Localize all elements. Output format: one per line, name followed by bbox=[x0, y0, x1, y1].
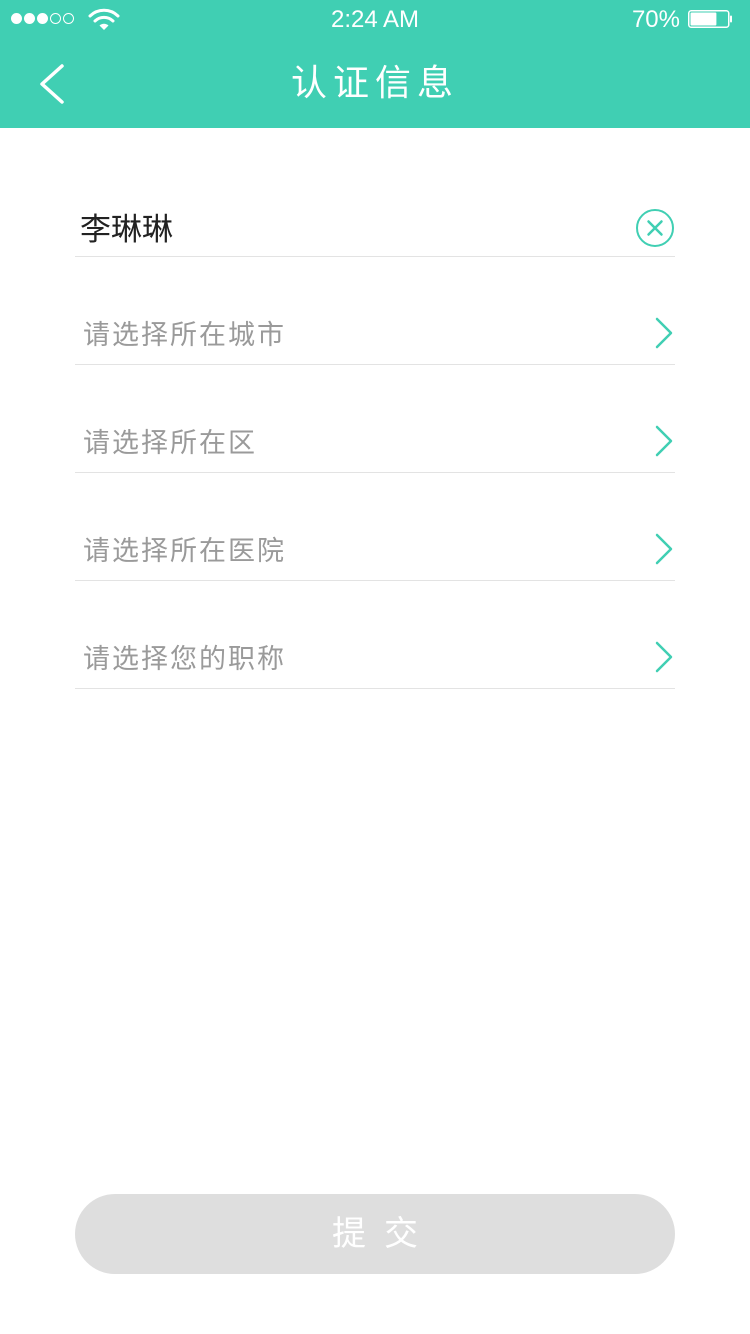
battery-percent: 70% bbox=[631, 6, 680, 33]
hospital-select-label: 请选择所在医院 bbox=[83, 536, 286, 567]
city-select[interactable]: 请选择所在城市 bbox=[75, 308, 675, 365]
app-header: 2:24 AM 70% 认证信息 bbox=[0, 0, 750, 128]
name-input[interactable] bbox=[80, 204, 620, 248]
title-select-label: 请选择您的职称 bbox=[83, 644, 286, 675]
district-select-label: 请选择所在区 bbox=[83, 428, 257, 459]
submit-button[interactable]: 提交 bbox=[75, 1194, 675, 1274]
name-field bbox=[75, 198, 675, 257]
clear-icon[interactable] bbox=[635, 208, 675, 248]
battery-icon bbox=[688, 10, 732, 28]
hospital-select[interactable]: 请选择所在医院 bbox=[75, 524, 675, 581]
city-select-label: 请选择所在城市 bbox=[83, 320, 286, 351]
chevron-right-icon bbox=[655, 425, 673, 457]
chevron-right-icon bbox=[655, 641, 673, 673]
status-bar: 2:24 AM 70% bbox=[0, 0, 750, 40]
district-select[interactable]: 请选择所在区 bbox=[75, 416, 675, 473]
page-title: 认证信息 bbox=[290, 63, 459, 104]
title-select[interactable]: 请选择您的职称 bbox=[75, 632, 675, 689]
chevron-right-icon bbox=[655, 533, 673, 565]
chevron-right-icon bbox=[655, 317, 673, 349]
